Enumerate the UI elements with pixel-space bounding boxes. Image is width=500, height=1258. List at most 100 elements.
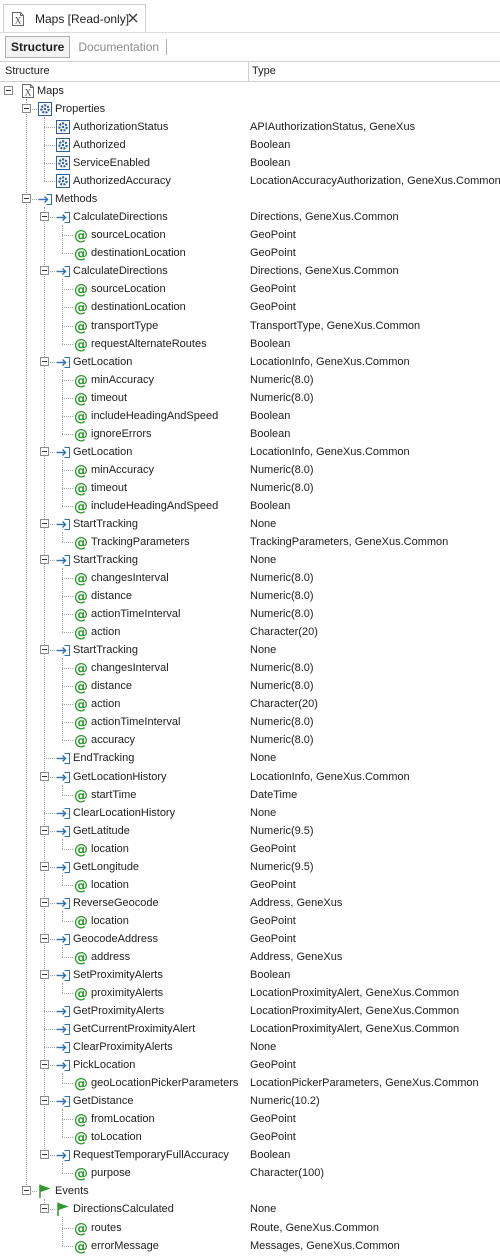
tree-row-param[interactable]: @ accuracy Numeric(8.0) <box>0 731 500 749</box>
tree-row-param[interactable]: @ requestAlternateRoutes Boolean <box>0 335 500 353</box>
tree-row-param[interactable]: @ location GeoPoint <box>0 912 500 930</box>
close-icon[interactable] <box>126 11 140 25</box>
tree-row-method[interactable]: GeocodeAddress GeoPoint <box>0 930 500 948</box>
collapse-toggle-icon[interactable] <box>40 897 49 907</box>
tree-row-method[interactable]: StartTracking None <box>0 641 500 659</box>
tree-item-label: RequestTemporaryFullAccuracy <box>73 1149 229 1162</box>
tree-row-method[interactable]: CalculateDirections Directions, GeneXus.C… <box>0 208 500 226</box>
tree-row-param[interactable]: @ destinationLocation GeoPoint <box>0 298 500 316</box>
tree-row-method[interactable]: GetLatitude Numeric(9.5) <box>0 822 500 840</box>
tree-row-param[interactable]: @ actionTimeInterval Numeric(8.0) <box>0 605 500 623</box>
tree-row-folder-methods[interactable]: Methods <box>0 190 500 208</box>
tree-row-method[interactable]: GetLocationHistory LocationInfo, GeneXus.… <box>0 768 500 786</box>
tree-row-param[interactable]: @ transportType TransportType, GeneXus.Com… <box>0 317 500 335</box>
tree-row-param[interactable]: @ fromLocation GeoPoint <box>0 1110 500 1128</box>
tree-row-param[interactable]: @ ignoreErrors Boolean <box>0 425 500 443</box>
tree-row-param[interactable]: @ distance Numeric(8.0) <box>0 587 500 605</box>
tree-row-method[interactable]: SetProximityAlerts Boolean <box>0 966 500 984</box>
collapse-toggle-icon[interactable] <box>40 825 49 835</box>
tree-row-param[interactable]: @ timeout Numeric(8.0) <box>0 389 500 407</box>
tree-item-label: ClearLocationHistory <box>73 806 176 819</box>
tree-row-method[interactable]: EndTracking None <box>0 749 500 767</box>
tree-item-label: includeHeadingAndSpeed <box>91 499 219 512</box>
tree-row-method[interactable]: GetLocation LocationInfo, GeneXus.Common <box>0 353 500 371</box>
column-divider[interactable] <box>248 62 249 82</box>
tree-row-method[interactable]: GetCurrentProximityAlert LocationProximit… <box>0 1020 500 1038</box>
collapse-toggle-icon[interactable] <box>22 104 31 114</box>
collapse-toggle-icon[interactable] <box>40 861 49 871</box>
collapse-toggle-icon[interactable] <box>40 212 49 222</box>
tree-row-folder-properties[interactable]: Properties <box>0 100 500 118</box>
tree-row-method[interactable]: ReverseGeocode Address, GeneXus <box>0 894 500 912</box>
tree-row-param[interactable]: @ sourceLocation GeoPoint <box>0 280 500 298</box>
collapse-toggle-icon[interactable] <box>4 86 13 95</box>
tab-documentation[interactable]: Documentation <box>73 36 164 58</box>
collapse-toggle-icon[interactable] <box>40 518 49 528</box>
collapse-toggle-icon[interactable] <box>22 194 31 204</box>
tree-row-property[interactable]: ServiceEnabled Boolean <box>0 154 500 172</box>
tree-row-param[interactable]: @ includeHeadingAndSpeed Boolean <box>0 407 500 425</box>
tree-row-param-event[interactable]: @ errorMessage Messages, GeneXus.Common <box>0 1237 500 1255</box>
collapse-toggle-icon[interactable] <box>40 969 49 979</box>
tree-row-param[interactable]: @ minAccuracy Numeric(8.0) <box>0 461 500 479</box>
tree-row-property[interactable]: Authorized Boolean <box>0 136 500 154</box>
tree-row-method[interactable]: StartTracking None <box>0 515 500 533</box>
collapse-toggle-icon[interactable] <box>22 1186 31 1196</box>
tree-row-param[interactable]: @ minAccuracy Numeric(8.0) <box>0 371 500 389</box>
tree-row-param[interactable]: @ timeout Numeric(8.0) <box>0 479 500 497</box>
tree-row-method[interactable]: PickLocation GeoPoint <box>0 1056 500 1074</box>
collapse-toggle-icon[interactable] <box>40 446 49 456</box>
collapse-toggle-icon[interactable] <box>40 1150 49 1160</box>
tree-row-method[interactable]: GetLongitude Numeric(9.5) <box>0 858 500 876</box>
tree-row-param[interactable]: @ action Character(20) <box>0 695 500 713</box>
tree-item-type: Numeric(8.0) <box>250 662 314 675</box>
collapse-toggle-icon[interactable] <box>40 1204 49 1214</box>
collapse-toggle-icon[interactable] <box>40 1060 49 1070</box>
tree-row-param[interactable]: @ changesInterval Numeric(8.0) <box>0 569 500 587</box>
tree-row-param[interactable]: @ startTime DateTime <box>0 786 500 804</box>
column-header-type[interactable]: Type <box>252 65 276 77</box>
tree-row-param[interactable]: @ location GeoPoint <box>0 840 500 858</box>
tree-row-method[interactable]: GetProximityAlerts LocationProximityAlert… <box>0 1002 500 1020</box>
collapse-toggle-icon[interactable] <box>40 356 49 366</box>
tree-row-param[interactable]: @ proximityAlerts LocationProximityAlert, … <box>0 984 500 1002</box>
parameter-at-icon: @ <box>73 372 89 388</box>
tree-row-param[interactable]: @ geoLocationPickerParameters LocationPick… <box>0 1074 500 1092</box>
tree-row-param-event[interactable]: @ routes Route, GeneXus.Common <box>0 1219 500 1237</box>
tree-row-event[interactable]: DirectionsCalculated None <box>0 1200 500 1218</box>
tree-row-method[interactable]: CalculateDirections Directions, GeneXus.C… <box>0 262 500 280</box>
tree-row-root[interactable]: X Maps <box>0 82 500 100</box>
tab-structure[interactable]: Structure <box>5 36 71 58</box>
collapse-toggle-icon[interactable] <box>40 645 49 655</box>
tree-row-method[interactable]: RequestTemporaryFullAccuracy Boolean <box>0 1146 500 1164</box>
tree-row-param[interactable]: @ purpose Character(100) <box>0 1164 500 1182</box>
tree-row-param[interactable]: @ distance Numeric(8.0) <box>0 677 500 695</box>
tree-row-folder-events[interactable]: Events <box>0 1182 500 1200</box>
tree-row-param[interactable]: @ changesInterval Numeric(8.0) <box>0 659 500 677</box>
tree-row-property[interactable]: AuthorizationStatus APIAuthorizationStatu… <box>0 118 500 136</box>
collapse-toggle-icon[interactable] <box>40 933 49 943</box>
tree-row-param[interactable]: @ includeHeadingAndSpeed Boolean <box>0 497 500 515</box>
tree-row-param[interactable]: @ action Character(20) <box>0 623 500 641</box>
tree-row-param[interactable]: @ address Address, GeneXus <box>0 948 500 966</box>
collapse-toggle-icon[interactable] <box>40 1096 49 1106</box>
document-tab[interactable]: X Maps [Read-only] <box>3 4 146 32</box>
tree-row-method[interactable]: GetDistance Numeric(10.2) <box>0 1092 500 1110</box>
tree-row-param[interactable]: @ actionTimeInterval Numeric(8.0) <box>0 713 500 731</box>
collapse-toggle-icon[interactable] <box>40 771 49 781</box>
collapse-toggle-icon[interactable] <box>40 555 49 565</box>
tree-row-param[interactable]: @ location GeoPoint <box>0 876 500 894</box>
tree-connector-line <box>62 487 73 489</box>
tree-row-param[interactable]: @ sourceLocation GeoPoint <box>0 226 500 244</box>
tree-row-property[interactable]: AuthorizedAccuracy LocationAccuracyAuthor… <box>0 172 500 190</box>
tree-row-method[interactable]: GetLocation LocationInfo, GeneXus.Common <box>0 443 500 461</box>
tree-row-param[interactable]: @ destinationLocation GeoPoint <box>0 244 500 262</box>
tree-row-param[interactable]: @ toLocation GeoPoint <box>0 1128 500 1146</box>
tree-row-method[interactable]: ClearProximityAlerts None <box>0 1038 500 1056</box>
tree-row-method[interactable]: StartTracking None <box>0 551 500 569</box>
collapse-toggle-icon[interactable] <box>40 266 49 276</box>
column-header-structure[interactable]: Structure <box>5 65 50 77</box>
tree-row-method[interactable]: ClearLocationHistory None <box>0 804 500 822</box>
tree-item-type: Numeric(8.0) <box>250 734 314 747</box>
tree-row-param[interactable]: @ TrackingParameters TrackingParameters, G… <box>0 533 500 551</box>
